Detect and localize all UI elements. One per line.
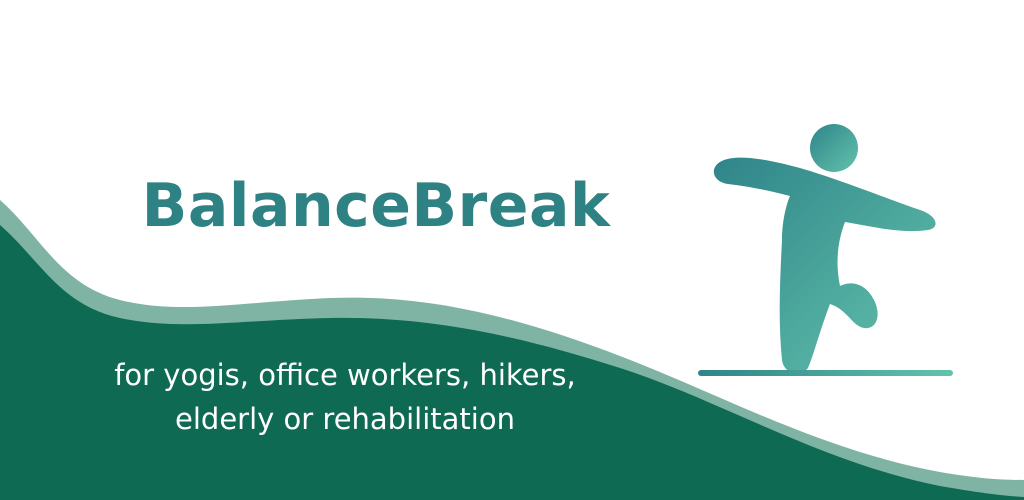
figure-body bbox=[713, 157, 936, 374]
banner: BalanceBreak for yogis, office workers, … bbox=[0, 0, 1024, 500]
figure-head bbox=[810, 124, 858, 172]
tagline: for yogis, office workers, hikers, elder… bbox=[0, 353, 690, 441]
balancing-person-icon bbox=[698, 124, 953, 376]
figure-ground-line bbox=[698, 370, 953, 376]
app-title: BalanceBreak bbox=[141, 171, 611, 241]
tagline-line-2: elderly or rehabilitation bbox=[175, 402, 515, 436]
tagline-line-1: for yogis, office workers, hikers, bbox=[114, 358, 576, 392]
